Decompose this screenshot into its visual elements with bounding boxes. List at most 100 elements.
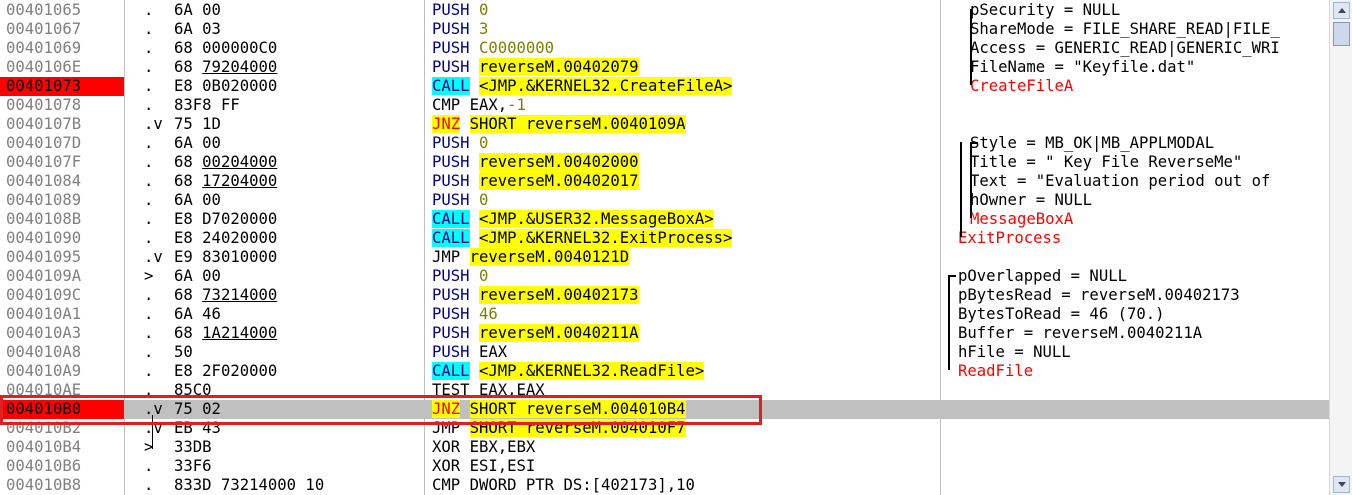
address-cell[interactable]: 004010B6: [0, 457, 124, 476]
disassembly-cell[interactable]: PUSH 0: [432, 134, 488, 153]
address-cell[interactable]: 004010A3: [0, 324, 124, 343]
disasm-row[interactable]: 004010B6. 33F6 XOR ESI,ESI: [0, 457, 1330, 476]
disasm-row[interactable]: 00401090. E8 24020000 CALL <JMP.&KERNEL32.…: [0, 229, 1330, 248]
disassembly-cell[interactable]: CALL <JMP.&KERNEL32.ReadFile>: [432, 362, 705, 381]
disassembly-cell[interactable]: PUSH 0: [432, 1, 488, 20]
hex-dump-cell[interactable]: 6A 46: [174, 305, 221, 324]
disassembly-cell[interactable]: CMP EAX,-1: [432, 96, 526, 115]
hex-dump-cell[interactable]: E8 0B020000: [174, 77, 277, 96]
address-cell[interactable]: 00401073: [0, 77, 124, 96]
comment-cell[interactable]: ExitProcess: [958, 229, 1061, 248]
disasm-row[interactable]: 00401073. E8 0B020000 CALL <JMP.&KERNEL32.…: [0, 77, 1330, 96]
disasm-row[interactable]: 0040109A >6A 00 PUSH 0 pOverlapped = NULL: [0, 267, 1330, 286]
disassembly-cell[interactable]: PUSH reverseM.00402000: [432, 153, 639, 172]
vertical-scrollbar[interactable]: [1329, 0, 1352, 495]
address-cell[interactable]: 004010A9: [0, 362, 124, 381]
disassembly-cell[interactable]: CALL <JMP.&KERNEL32.ExitProcess>: [432, 229, 733, 248]
hex-dump-cell[interactable]: 833D 73214000 10: [174, 476, 324, 495]
comment-cell[interactable]: Buffer = reverseM.0040211A: [958, 324, 1202, 343]
address-cell[interactable]: 004010A8: [0, 343, 124, 362]
disassembly-cell[interactable]: XOR ESI,ESI: [432, 457, 535, 476]
hex-dump-cell[interactable]: 6A 00: [174, 191, 221, 210]
comment-cell[interactable]: Access = GENERIC_READ|GENERIC_WRI: [970, 39, 1280, 58]
comment-cell[interactable]: BytesToRead = 46 (70.): [958, 305, 1165, 324]
address-cell[interactable]: 00401078: [0, 96, 124, 115]
disasm-row[interactable]: 004010B8. 833D 73214000 10 CMP DWORD PTR D…: [0, 476, 1330, 495]
address-cell[interactable]: 004010B8: [0, 476, 124, 495]
address-cell[interactable]: 0040107D: [0, 134, 124, 153]
disassembly-cell[interactable]: PUSH reverseM.00402017: [432, 172, 639, 191]
comment-cell[interactable]: pBytesRead = reverseM.00402173: [958, 286, 1240, 305]
address-cell[interactable]: 00401067: [0, 20, 124, 39]
disassembly-cell[interactable]: JNZ SHORT reverseM.0040109A: [432, 115, 686, 134]
address-cell[interactable]: 0040106E: [0, 58, 124, 77]
address-cell[interactable]: 0040108B: [0, 210, 124, 229]
disassembly-cell[interactable]: PUSH reverseM.00402173: [432, 286, 639, 305]
disasm-row[interactable]: 00401067. 6A 03 PUSH 3 ShareMode = FILE_SHA…: [0, 20, 1330, 39]
disassembly-cell[interactable]: PUSH reverseM.0040211A: [432, 324, 639, 343]
comment-cell[interactable]: Style = MB_OK|MB_APPLMODAL: [970, 134, 1214, 153]
hex-dump-cell[interactable]: 6A 00: [174, 1, 221, 20]
comment-cell[interactable]: pSecurity = NULL: [970, 1, 1120, 20]
disasm-row[interactable]: 0040107B .v 75 1D JNZ SHORT reverseM.004010…: [0, 115, 1330, 134]
disassembly-cell[interactable]: CALL <JMP.&USER32.MessageBoxA>: [432, 210, 714, 229]
disassembly-cell[interactable]: PUSH 46: [432, 305, 498, 324]
disasm-row[interactable]: 00401089. 6A 00 PUSH 0 hOwner = NULL: [0, 191, 1330, 210]
comment-cell[interactable]: FileName = "Keyfile.dat": [970, 58, 1195, 77]
disasm-row[interactable]: 0040107D. 6A 00 PUSH 0 Style = MB_OK|MB_APP…: [0, 134, 1330, 153]
hex-dump-cell[interactable]: E8 D7020000: [174, 210, 277, 229]
disasm-row[interactable]: 004010A9. E8 2F020000 CALL <JMP.&KERNEL32.…: [0, 362, 1330, 381]
address-cell[interactable]: 00401084: [0, 172, 124, 191]
comment-cell[interactable]: ShareMode = FILE_SHARE_READ|FILE_: [970, 20, 1280, 39]
address-cell[interactable]: 004010A1: [0, 305, 124, 324]
disasm-row[interactable]: 0040108B. E8 D7020000 CALL <JMP.&USER32.Me…: [0, 210, 1330, 229]
disasm-row[interactable]: 004010A1. 6A 46 PUSH 46 BytesToRead = 46 (7…: [0, 305, 1330, 324]
disassembly-cell[interactable]: PUSH 3: [432, 20, 488, 39]
comment-cell[interactable]: ReadFile: [958, 362, 1033, 381]
hex-dump-cell[interactable]: E9 83010000: [174, 248, 277, 267]
scroll-up-button[interactable]: [1333, 2, 1350, 19]
disasm-row[interactable]: 00401078. 83F8 FF CMP EAX,-1: [0, 96, 1330, 115]
hex-dump-cell[interactable]: 6A 00: [174, 134, 221, 153]
address-cell[interactable]: 0040107B: [0, 115, 124, 134]
disassembly-cell[interactable]: PUSH 0: [432, 267, 488, 286]
disasm-row[interactable]: 0040106E. 68 79204000 PUSH reverseM.004020…: [0, 58, 1330, 77]
disassembly-cell[interactable]: PUSH 0: [432, 191, 488, 210]
address-cell[interactable]: 00401089: [0, 191, 124, 210]
comment-cell[interactable]: hOwner = NULL: [970, 191, 1092, 210]
address-cell[interactable]: 00401069: [0, 39, 124, 58]
disasm-column-separator[interactable]: [940, 0, 941, 495]
comment-cell[interactable]: pOverlapped = NULL: [958, 267, 1127, 286]
hex-dump-cell[interactable]: 68 000000C0: [174, 39, 277, 58]
address-cell[interactable]: 00401065: [0, 1, 124, 20]
hex-dump-cell[interactable]: 33DB: [174, 438, 212, 457]
address-cell[interactable]: 0040109C: [0, 286, 124, 305]
disasm-row[interactable]: 004010B4 >33DB XOR EBX,EBX: [0, 438, 1330, 457]
comment-cell[interactable]: Title = " Key File ReverseMe": [970, 153, 1242, 172]
disasm-row[interactable]: 004010A3. 68 1A214000 PUSH reverseM.004021…: [0, 324, 1330, 343]
comment-cell[interactable]: Text = "Evaluation period out of: [970, 172, 1270, 191]
hex-dump-cell[interactable]: 68 1A214000: [174, 324, 277, 343]
scroll-thumb[interactable]: [1333, 22, 1350, 46]
disasm-row[interactable]: 0040107F. 68 00204000 PUSH reverseM.004020…: [0, 153, 1330, 172]
hex-dump-cell[interactable]: E8 24020000: [174, 229, 277, 248]
address-cell[interactable]: 00401090: [0, 229, 124, 248]
disasm-row[interactable]: 00401069. 68 000000C0 PUSH C0000000 Access …: [0, 39, 1330, 58]
disassembly-cell[interactable]: CALL <JMP.&KERNEL32.CreateFileA>: [432, 77, 733, 96]
disassembly-cell[interactable]: PUSH EAX: [432, 343, 507, 362]
address-cell[interactable]: 0040109A: [0, 267, 124, 286]
comment-cell[interactable]: MessageBoxA: [970, 210, 1073, 229]
hex-dump-cell[interactable]: E8 2F020000: [174, 362, 277, 381]
hex-dump-cell[interactable]: 68 73214000: [174, 286, 277, 305]
cpu-disassembly-pane[interactable]: 00401065. 6A 00 PUSH 0 pSecurity = NULL 0040…: [0, 0, 1352, 495]
comment-cell[interactable]: hFile = NULL: [958, 343, 1071, 362]
hex-dump-cell[interactable]: 68 00204000: [174, 153, 277, 172]
hex-dump-cell[interactable]: 83F8 FF: [174, 96, 240, 115]
disassembly-cell[interactable]: JMP reverseM.0040121D: [432, 248, 630, 267]
address-cell[interactable]: 0040107F: [0, 153, 124, 172]
hex-dump-cell[interactable]: 6A 03: [174, 20, 221, 39]
disassembly-cell[interactable]: PUSH reverseM.00402079: [432, 58, 639, 77]
comment-cell[interactable]: CreateFileA: [970, 77, 1073, 96]
hex-dump-cell[interactable]: 75 1D: [174, 115, 221, 134]
disasm-row[interactable]: 0040109C. 68 73214000 PUSH reverseM.004021…: [0, 286, 1330, 305]
